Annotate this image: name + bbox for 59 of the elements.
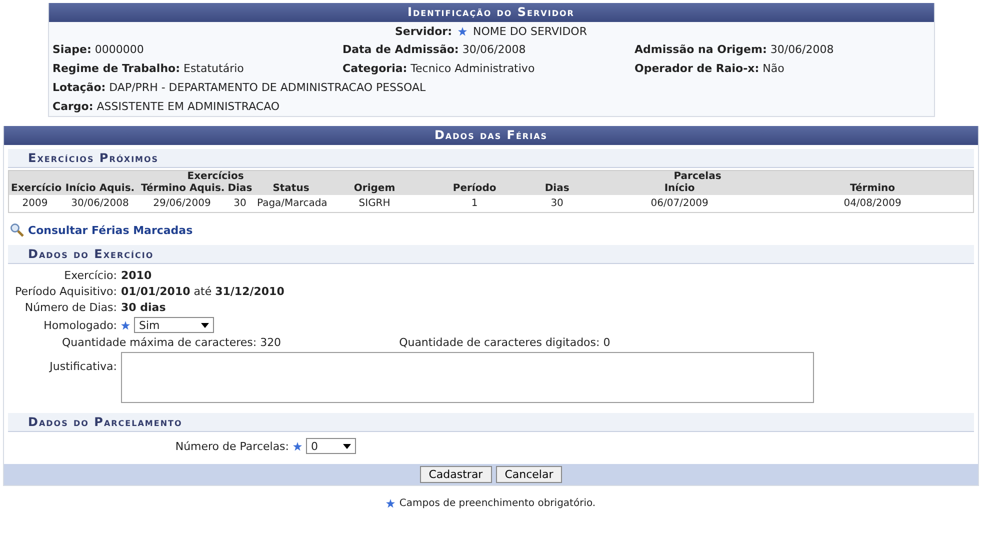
section-title: Dados do Exercício: [8, 245, 974, 264]
parcelas-select[interactable]: 0: [306, 438, 356, 454]
panel-title: Identificação do Servidor: [48, 3, 934, 22]
homologado-select[interactable]: Sim: [134, 317, 214, 333]
field-value: 30 dias: [121, 301, 167, 314]
table-cell: 30: [225, 195, 255, 212]
group-header: Exercícios: [9, 171, 422, 183]
panel-title: Dados das Férias: [4, 126, 978, 145]
section-title: Dados do Parcelamento: [8, 413, 974, 432]
table-cell: 30: [527, 195, 588, 212]
table-cell: 04/08/2009: [772, 195, 973, 212]
table-cell: 29/06/2009: [139, 195, 225, 212]
info-field: Categoria: Tecnico Administrativo: [342, 59, 634, 78]
column-header: Dias: [527, 183, 588, 195]
info-field: Data de Admissão: 30/06/2008: [342, 40, 634, 59]
info-field: Admissão na Origem: 30/06/2008: [634, 40, 930, 59]
footnote: Campos de preenchimento obrigatório.: [399, 498, 596, 509]
caret-icon: [343, 444, 351, 448]
form-button[interactable]: Cadastrar: [420, 466, 492, 483]
field-label: Justificativa:: [48, 360, 117, 373]
required-star-icon: [386, 499, 396, 508]
column-header: Dias: [225, 183, 255, 195]
search-icon: [10, 223, 24, 237]
info-field: Lotação: DAP/PRH - DEPARTAMENTO DE ADMINISTRACAO PESSOAL: [52, 78, 930, 97]
info-field: Siape: 0000000: [52, 40, 342, 59]
field-value: 01/01/2010 até 31/12/2010: [121, 285, 286, 298]
table-cell: 1: [422, 195, 528, 212]
field-value: NOME DO SERVIDOR: [473, 25, 587, 38]
field-label: Número de Parcelas:: [174, 440, 289, 452]
table-cell: SIGRH: [327, 195, 422, 212]
field-label: Servidor:: [395, 25, 452, 38]
section-title: Exercícios Próximos: [8, 149, 974, 168]
table-cell: Paga/Marcada: [255, 195, 327, 212]
field-label: Número de Dias:: [24, 301, 117, 314]
table-cell: 06/07/2009: [587, 195, 772, 212]
column-header: Início: [587, 183, 772, 195]
group-header: Parcelas: [422, 171, 973, 183]
column-header: Origem: [327, 183, 422, 195]
column-header: Término Aquis.: [139, 183, 225, 195]
column-header: Período: [422, 183, 528, 195]
field-label: Período Aquisitivo:: [14, 285, 117, 298]
form-button[interactable]: Cancelar: [496, 466, 562, 483]
column-header: Status: [255, 183, 327, 195]
table-cell: 2009: [9, 195, 61, 212]
info-field: Regime de Trabalho: Estatutário: [52, 59, 342, 78]
max-chars-text: Quantidade máxima de caracteres: 320: [62, 336, 282, 349]
consult-link[interactable]: Consultar Férias Marcadas: [28, 224, 193, 236]
column-header: Exercício: [9, 183, 61, 195]
field-label: Exercício:: [63, 269, 117, 282]
field-label: Homologado:: [42, 318, 117, 332]
info-field: Cargo: ASSISTENTE EM ADMINISTRACAO: [52, 97, 930, 116]
typed-chars-text: Quantidade de caracteres digitados: 0: [399, 336, 610, 349]
info-field: Operador de Raio-x: Não: [634, 59, 930, 78]
field-value: 2010: [121, 269, 153, 282]
column-header: Término: [772, 183, 973, 195]
column-header: Início Aquis.: [61, 183, 139, 195]
table-cell: 30/06/2008: [61, 195, 139, 212]
justification-field[interactable]: [121, 352, 814, 403]
caret-icon: [201, 322, 209, 328]
